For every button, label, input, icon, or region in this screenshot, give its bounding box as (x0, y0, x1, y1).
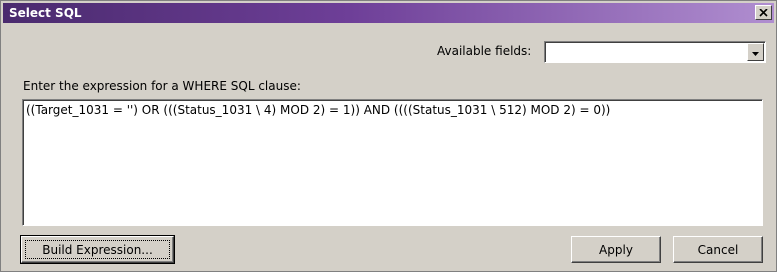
apply-label: Apply (599, 242, 633, 257)
close-icon (759, 8, 768, 17)
available-fields-label: Available fields: (437, 44, 532, 58)
build-expression-button[interactable]: Build Expression... (20, 235, 175, 264)
available-fields-dropdown[interactable] (544, 41, 766, 63)
cancel-label: Cancel (697, 242, 739, 257)
chevron-down-icon (752, 45, 759, 59)
cancel-button[interactable]: Cancel (673, 236, 763, 263)
dropdown-button[interactable] (747, 43, 764, 61)
title-bar: Select SQL (3, 3, 774, 23)
build-expression-label: Build Expression... (42, 242, 153, 257)
expression-label: Enter the expression for a WHERE SQL cla… (23, 79, 301, 93)
expression-text: ((Target_1031 = '') OR (((Status_1031 \ … (26, 103, 611, 117)
apply-button[interactable]: Apply (571, 236, 661, 263)
select-sql-dialog: Select SQL Available fields: Enter the e… (0, 0, 777, 272)
expression-textarea[interactable]: ((Target_1031 = '') OR (((Status_1031 \ … (22, 99, 763, 226)
dialog-title: Select SQL (9, 6, 82, 20)
close-button[interactable] (755, 5, 772, 20)
